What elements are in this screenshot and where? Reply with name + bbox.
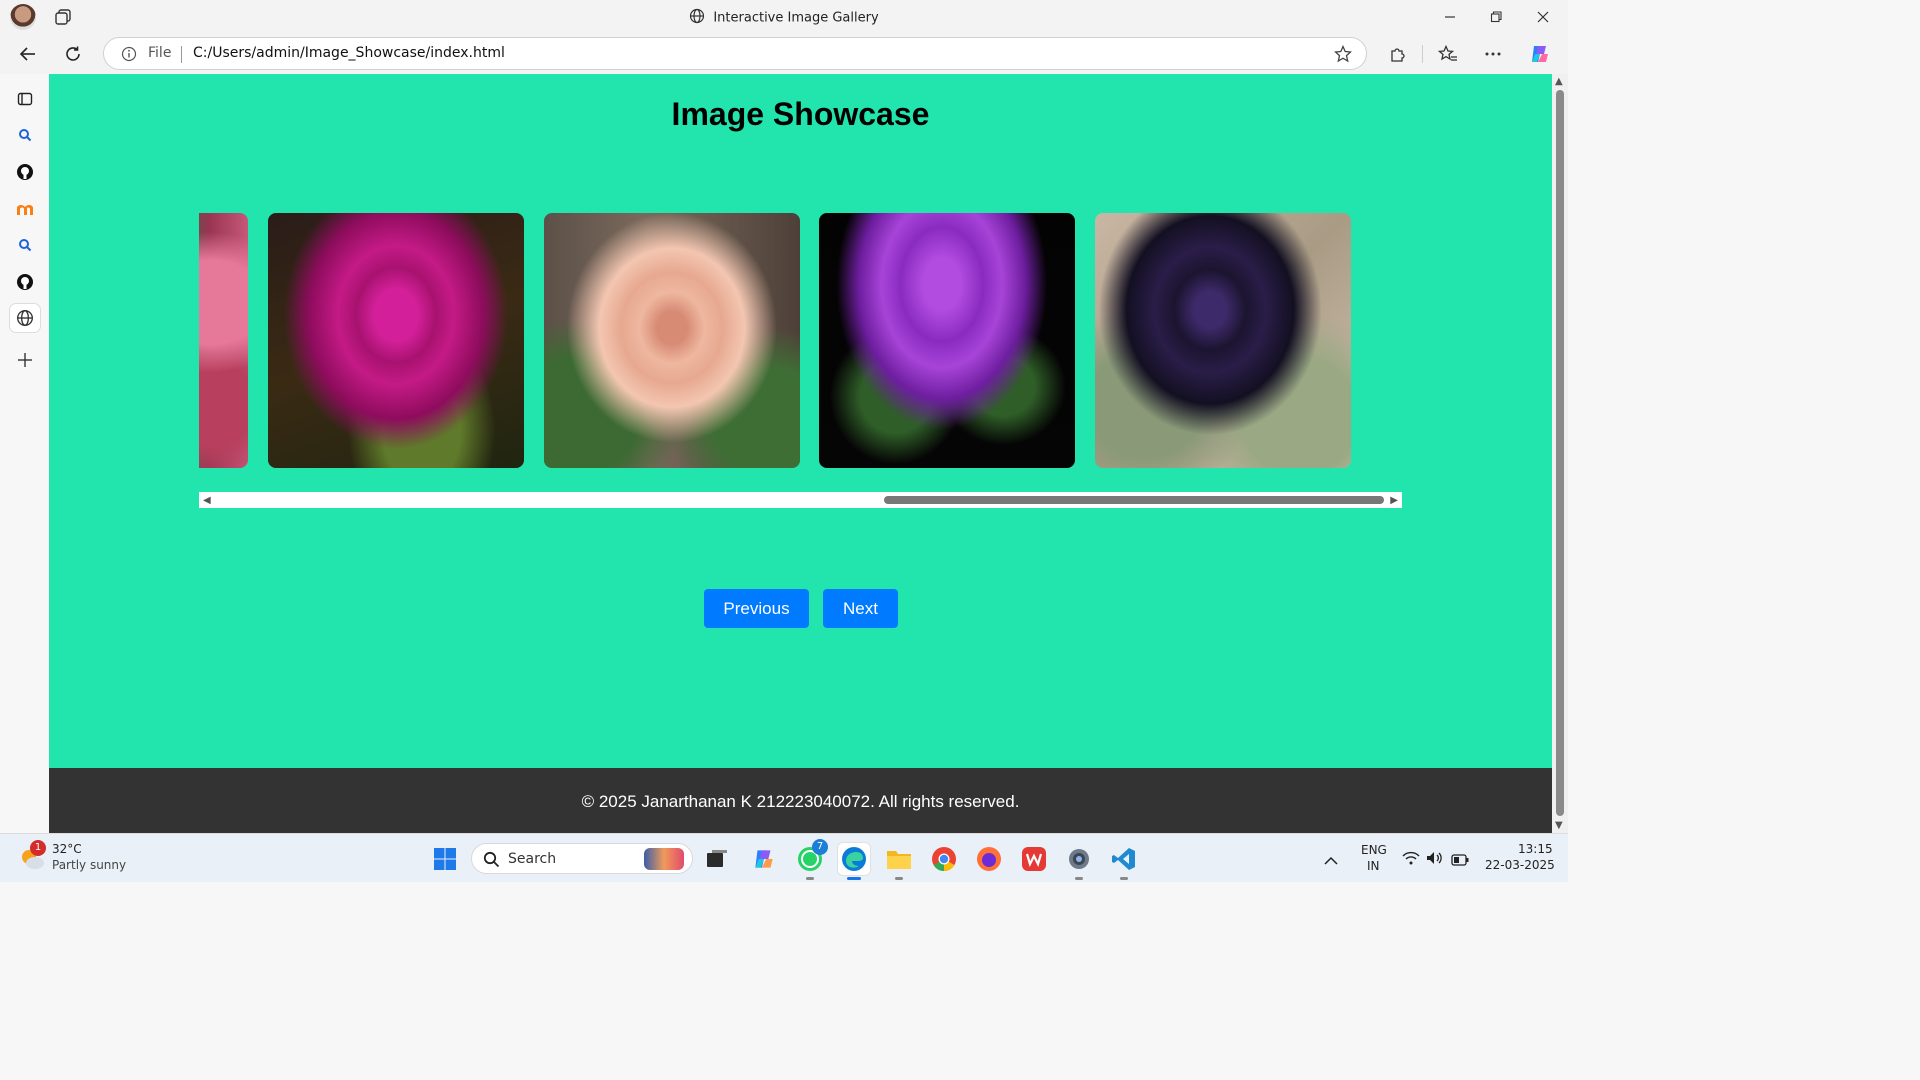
chrome-button[interactable]: [928, 843, 960, 875]
whatsapp-button[interactable]: 7: [794, 839, 828, 880]
refresh-icon: [66, 46, 80, 61]
horizontal-scroll-thumb[interactable]: [884, 496, 1384, 504]
wifi-icon[interactable]: [1402, 850, 1420, 869]
more-options-icon[interactable]: [1478, 40, 1508, 68]
show-hidden-icons-chevron-icon[interactable]: [1324, 851, 1338, 870]
chrome-icon: [932, 847, 956, 871]
search-sidebar-icon-2[interactable]: [10, 231, 40, 259]
scroll-down-arrow-icon[interactable]: ▼: [1555, 820, 1563, 831]
site-info-icon[interactable]: [121, 46, 137, 66]
copilot-taskbar-button[interactable]: [748, 843, 780, 875]
add-sidebar-icon[interactable]: [10, 346, 40, 374]
back-button[interactable]: [13, 40, 43, 68]
scroll-left-arrow-icon[interactable]: ◀: [203, 495, 211, 506]
web-page: Image Showcase ◀ ▶ Previous Next © 2025 …: [49, 74, 1552, 833]
browser-sidebar: [0, 74, 49, 833]
settings-button[interactable]: [1063, 843, 1095, 880]
image-gallery[interactable]: [199, 213, 1402, 469]
toolbar-divider: [1422, 45, 1423, 63]
copilot-icon[interactable]: [1525, 40, 1555, 68]
next-button[interactable]: Next: [823, 589, 898, 628]
volume-icon[interactable]: [1426, 850, 1444, 869]
edge-button[interactable]: [838, 843, 870, 880]
github-icon-2[interactable]: [10, 268, 40, 296]
clock-date[interactable]: 22-03-2025: [1485, 858, 1555, 872]
minimize-button[interactable]: [1430, 4, 1470, 30]
footer: © 2025 Janarthanan K 212223040072. All r…: [49, 768, 1552, 833]
task-view-button[interactable]: [701, 843, 733, 875]
running-indicator: [1120, 877, 1128, 880]
current-site-globe-icon[interactable]: [10, 304, 40, 332]
window-title: Interactive Image Gallery: [0, 8, 1568, 28]
running-indicator: [1075, 877, 1083, 880]
scroll-up-arrow-icon[interactable]: ▲: [1555, 76, 1563, 87]
page-title: Image Showcase: [671, 96, 930, 132]
wps-office-icon: [1022, 847, 1046, 871]
weather-desc: Partly sunny: [52, 858, 127, 872]
firefox-button[interactable]: [973, 843, 1005, 875]
running-indicator: [806, 877, 814, 880]
windows-logo-icon: [434, 848, 456, 870]
language-line-2: IN: [1367, 859, 1380, 873]
title-bar: Interactive Image Gallery: [0, 0, 1568, 34]
vscode-button[interactable]: [1108, 843, 1140, 880]
gallery-horizontal-scrollbar[interactable]: ◀ ▶: [199, 492, 1402, 508]
gallery-image-2[interactable]: [268, 213, 524, 468]
favorite-star-icon[interactable]: [1333, 44, 1353, 67]
wps-office-button[interactable]: [1018, 843, 1050, 875]
weather-badge: 1: [30, 840, 46, 856]
globe-icon: [689, 8, 705, 28]
taskbar: 1 32°C Partly sunny Search 7 ENG IN 13:1…: [0, 833, 1568, 882]
back-arrow-icon: [19, 47, 35, 61]
weather-widget[interactable]: 1: [18, 840, 46, 872]
task-view-icon: [707, 850, 727, 867]
address-scheme-label: File: [148, 45, 172, 61]
gallery-image-3[interactable]: [544, 213, 800, 468]
tab-actions-icon[interactable]: [10, 85, 40, 113]
favorites-icon[interactable]: [1433, 40, 1463, 68]
clock-time[interactable]: 13:15: [1518, 842, 1553, 856]
gallery-image-1[interactable]: [199, 213, 248, 468]
gear-icon: [1069, 849, 1089, 869]
scroll-right-arrow-icon[interactable]: ▶: [1390, 495, 1398, 506]
navigation-bar: File C:/Users/admin/Image_Showcase/index…: [0, 34, 1568, 74]
previous-button[interactable]: Previous: [704, 589, 809, 628]
vertical-scroll-thumb[interactable]: [1556, 90, 1564, 816]
search-sidebar-icon[interactable]: [10, 121, 40, 149]
url-text[interactable]: C:/Users/admin/Image_Showcase/index.html: [193, 45, 505, 61]
copilot-taskbar-icon: [755, 850, 773, 868]
taskbar-search-box[interactable]: Search: [471, 843, 693, 874]
restore-button[interactable]: [1476, 4, 1516, 30]
whatsapp-badge: 7: [812, 839, 828, 855]
language-line-1[interactable]: ENG: [1361, 843, 1387, 857]
folder-icon: [887, 851, 911, 869]
vscode-icon: [1112, 848, 1135, 870]
running-indicator: [895, 877, 903, 880]
edge-icon: [842, 847, 866, 871]
search-icon: [483, 851, 500, 868]
extensions-icon[interactable]: [1383, 40, 1413, 68]
start-button[interactable]: [429, 843, 461, 875]
github-icon[interactable]: [10, 158, 40, 186]
weather-temp: 32°C: [52, 842, 82, 856]
battery-icon[interactable]: [1451, 851, 1469, 870]
firefox-icon: [977, 847, 1001, 871]
active-indicator: [847, 877, 861, 880]
gallery-image-4[interactable]: [819, 213, 1075, 468]
file-explorer-button[interactable]: [883, 843, 915, 880]
taskbar-search-label: Search: [508, 851, 557, 867]
search-highlight-image-icon: [644, 848, 684, 870]
page-vertical-scrollbar[interactable]: ▲ ▼: [1552, 74, 1568, 833]
gallery-image-5[interactable]: [1095, 213, 1351, 468]
refresh-button[interactable]: [58, 40, 88, 68]
moodle-icon[interactable]: [10, 195, 40, 223]
window-title-text: Interactive Image Gallery: [713, 10, 879, 26]
close-button[interactable]: [1523, 4, 1563, 30]
footer-copyright: © 2025 Janarthanan K 212223040072. All r…: [581, 792, 1020, 811]
address-bar[interactable]: File C:/Users/admin/Image_Showcase/index…: [103, 37, 1367, 70]
address-separator: [181, 46, 182, 63]
